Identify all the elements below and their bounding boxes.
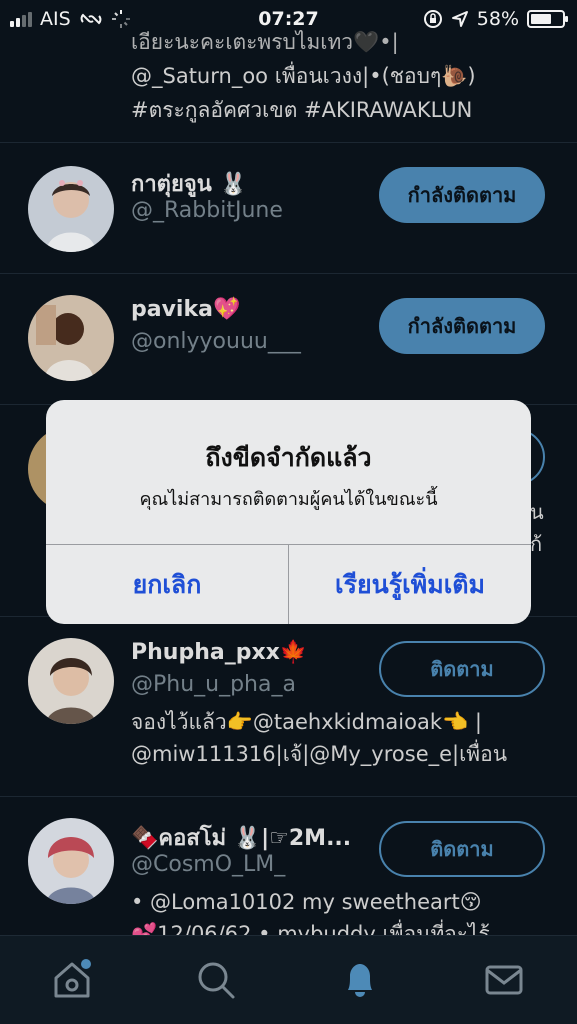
notifications-icon <box>348 964 372 997</box>
search-icon <box>198 962 235 999</box>
tab-search[interactable] <box>194 958 238 1002</box>
tab-messages[interactable] <box>482 958 526 1002</box>
home-icon <box>54 959 91 998</box>
alert-dialog: ถึงขีดจำกัดแล้ว คุณไม่สามารถติดตามผู้คนไ… <box>46 400 531 624</box>
messages-icon <box>485 965 523 995</box>
learn-more-button[interactable]: เรียนรู้เพิ่มเติม <box>289 545 531 624</box>
cancel-button[interactable]: ยกเลิก <box>46 545 288 624</box>
tab-home[interactable] <box>50 958 94 1002</box>
tab-bar <box>0 935 577 1024</box>
tab-notifications[interactable] <box>338 958 382 1002</box>
alert-title: ถึงขีดจำกัดแล้ว <box>205 443 372 472</box>
alert-message: คุณไม่สามารถติดตามผู้คนได้ในขณะนี้ <box>139 489 438 510</box>
